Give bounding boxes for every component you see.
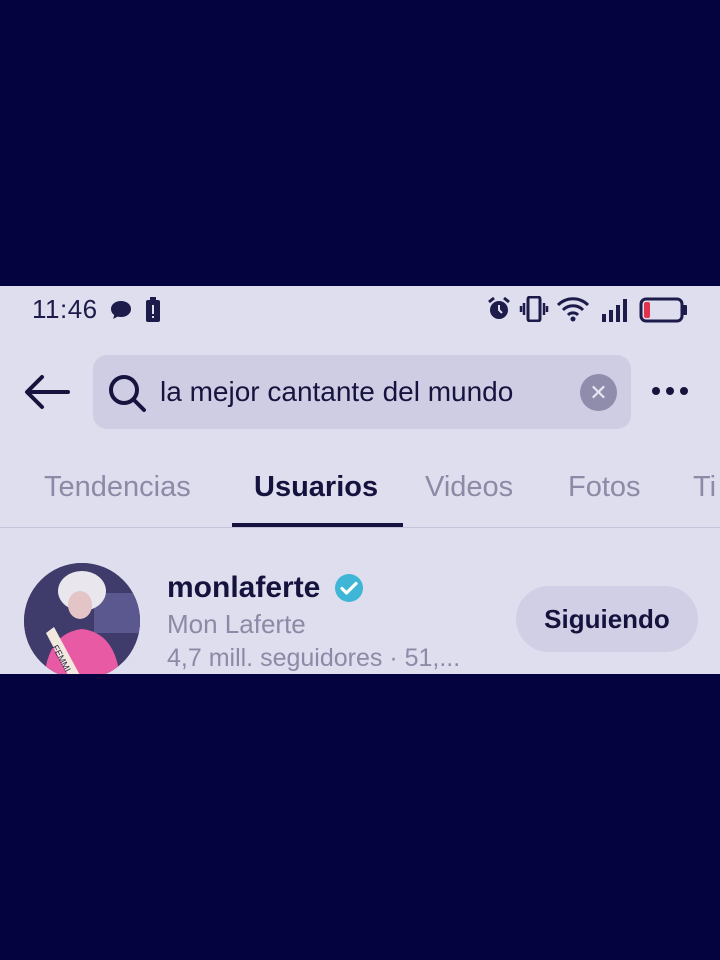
avatar[interactable]: FEMMI — [24, 563, 140, 674]
status-time: 11:46 — [32, 294, 98, 324]
arrow-left-icon — [22, 375, 72, 416]
tab-videos[interactable]: Videos — [425, 471, 513, 504]
battery-icon — [639, 297, 689, 328]
signal-icon — [601, 298, 631, 327]
app-screen: 11:46 la mejor cantante del mundo ✕ Tend… — [0, 286, 720, 674]
clear-icon[interactable]: ✕ — [580, 374, 617, 411]
username[interactable]: monlaferte — [167, 571, 320, 605]
battery-saver-icon — [145, 297, 161, 328]
verified-badge-icon — [334, 573, 364, 603]
status-bar: 11:46 — [0, 286, 720, 332]
user-meta: 4,7 mill. seguidores · 51,... — [167, 644, 461, 672]
search-input[interactable]: la mejor cantante del mundo — [160, 376, 513, 408]
tab-partial[interactable]: Ti — [693, 471, 716, 504]
chat-bubble-icon — [110, 300, 132, 325]
following-button[interactable]: Siguiendo — [516, 586, 698, 652]
search-tabs: Tendencias Usuarios Videos Fotos Ti — [0, 461, 720, 531]
tabs-divider — [0, 527, 720, 528]
search-field[interactable]: la mejor cantante del mundo ✕ — [93, 355, 631, 429]
tab-usuarios[interactable]: Usuarios — [254, 471, 378, 504]
vibrate-icon — [519, 295, 549, 327]
back-button[interactable] — [22, 372, 72, 412]
tab-tendencias[interactable]: Tendencias — [44, 471, 191, 504]
alarm-icon — [486, 296, 512, 327]
display-name: Mon Laferte — [167, 609, 306, 639]
more-icon[interactable] — [652, 382, 696, 395]
wifi-icon — [556, 296, 590, 327]
search-icon — [107, 373, 147, 418]
tab-fotos[interactable]: Fotos — [568, 471, 641, 504]
